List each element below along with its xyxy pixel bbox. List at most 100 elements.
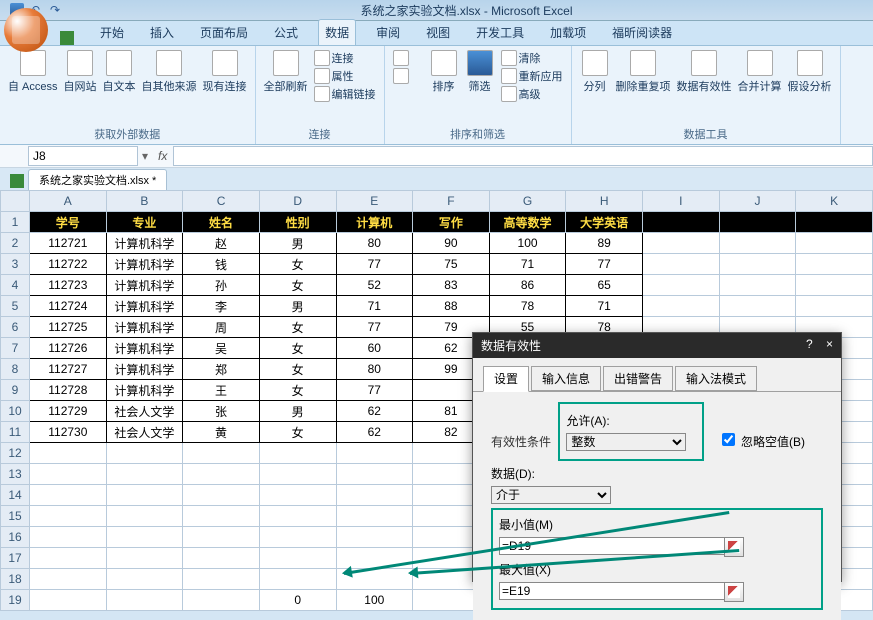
col-header[interactable]: A [30,191,107,212]
cell[interactable]: 75 [413,254,490,275]
cell[interactable]: 83 [413,275,490,296]
col-header[interactable]: G [489,191,566,212]
cell[interactable]: 112725 [30,317,107,338]
cell[interactable] [30,569,107,590]
dialog-tab-ime[interactable]: 输入法模式 [675,366,757,391]
formula-input[interactable] [173,146,873,166]
col-header[interactable]: H [566,191,643,212]
cell[interactable]: 77 [336,317,413,338]
from-web-button[interactable]: 自网站 [64,50,97,94]
cell[interactable]: 112722 [30,254,107,275]
cell[interactable]: 孙 [183,275,260,296]
clear-button[interactable]: 清除 [501,50,563,66]
cell[interactable] [259,485,336,506]
cell[interactable]: 80 [336,233,413,254]
cell[interactable]: 女 [259,422,336,443]
cell[interactable] [643,296,720,317]
tab-data[interactable]: 数据 [318,19,356,45]
reapply-button[interactable]: 重新应用 [501,68,563,84]
cell[interactable] [259,548,336,569]
close-icon[interactable]: × [826,337,833,351]
cell[interactable] [259,443,336,464]
cell[interactable] [106,506,183,527]
cell[interactable]: 88 [413,296,490,317]
cell[interactable]: 112724 [30,296,107,317]
dialog-tab-input[interactable]: 输入信息 [531,366,601,391]
cell[interactable]: 112726 [30,338,107,359]
cell[interactable]: 112723 [30,275,107,296]
cell[interactable] [643,275,720,296]
tab-pagelayout[interactable]: 页面布局 [194,20,254,45]
cell[interactable] [336,527,413,548]
cell[interactable]: 王 [183,380,260,401]
cell[interactable] [106,590,183,611]
row-header[interactable]: 10 [1,401,30,422]
cell[interactable]: 赵 [183,233,260,254]
row-header[interactable]: 1 [1,212,30,233]
cell[interactable]: 计算机科学 [106,296,183,317]
cell[interactable] [183,485,260,506]
cell[interactable]: 86 [489,275,566,296]
col-header[interactable]: F [413,191,490,212]
cell[interactable]: 71 [489,254,566,275]
tab-insert[interactable]: 插入 [144,20,180,45]
cell[interactable]: 100 [336,590,413,611]
cell[interactable] [796,233,873,254]
text-to-columns-button[interactable]: 分列 [580,50,610,94]
cell[interactable]: 周 [183,317,260,338]
cell[interactable] [183,464,260,485]
tab-view[interactable]: 视图 [420,20,456,45]
row-header[interactable]: 5 [1,296,30,317]
cell[interactable] [106,443,183,464]
cell[interactable] [183,548,260,569]
cell[interactable] [336,485,413,506]
row-header[interactable]: 14 [1,485,30,506]
cell[interactable]: 女 [259,275,336,296]
existing-conn-button[interactable]: 现有连接 [203,50,247,94]
cell[interactable]: 计算机科学 [106,359,183,380]
cell[interactable]: 100 [489,233,566,254]
cell[interactable] [183,506,260,527]
cell[interactable] [719,275,796,296]
cell[interactable]: 计算机科学 [106,380,183,401]
cell[interactable]: 65 [566,275,643,296]
col-header[interactable]: B [106,191,183,212]
col-header[interactable]: E [336,191,413,212]
cell[interactable]: 112729 [30,401,107,422]
cell[interactable] [183,443,260,464]
cell[interactable] [336,464,413,485]
name-box[interactable] [28,146,138,166]
sort-desc-button[interactable] [393,68,423,84]
cell[interactable]: 女 [259,359,336,380]
tab-foxit[interactable]: 福昕阅读器 [606,20,678,45]
cell[interactable] [643,254,720,275]
max-input[interactable] [499,582,725,600]
cell[interactable]: 女 [259,317,336,338]
cell[interactable]: 计算机科学 [106,233,183,254]
help-icon[interactable]: ? [806,337,813,351]
cell[interactable] [106,464,183,485]
cell[interactable]: 78 [489,296,566,317]
row-header[interactable]: 7 [1,338,30,359]
cell[interactable]: 52 [336,275,413,296]
properties-button[interactable]: 属性 [314,68,376,84]
dropdown-icon[interactable]: ▾ [138,149,152,163]
cell[interactable]: 112728 [30,380,107,401]
sort-asc-button[interactable] [393,50,423,66]
cell[interactable]: 女 [259,254,336,275]
cell[interactable] [183,569,260,590]
row-header[interactable]: 8 [1,359,30,380]
col-header[interactable]: I [643,191,720,212]
cell[interactable]: 女 [259,380,336,401]
cell[interactable] [30,590,107,611]
row-header[interactable]: 19 [1,590,30,611]
tab-review[interactable]: 审阅 [370,20,406,45]
cell[interactable] [336,443,413,464]
cell[interactable] [259,527,336,548]
row-header[interactable]: 17 [1,548,30,569]
cell[interactable] [106,569,183,590]
cell[interactable] [719,233,796,254]
cell[interactable]: 男 [259,233,336,254]
cell[interactable] [183,590,260,611]
from-text-button[interactable]: 自文本 [103,50,136,94]
